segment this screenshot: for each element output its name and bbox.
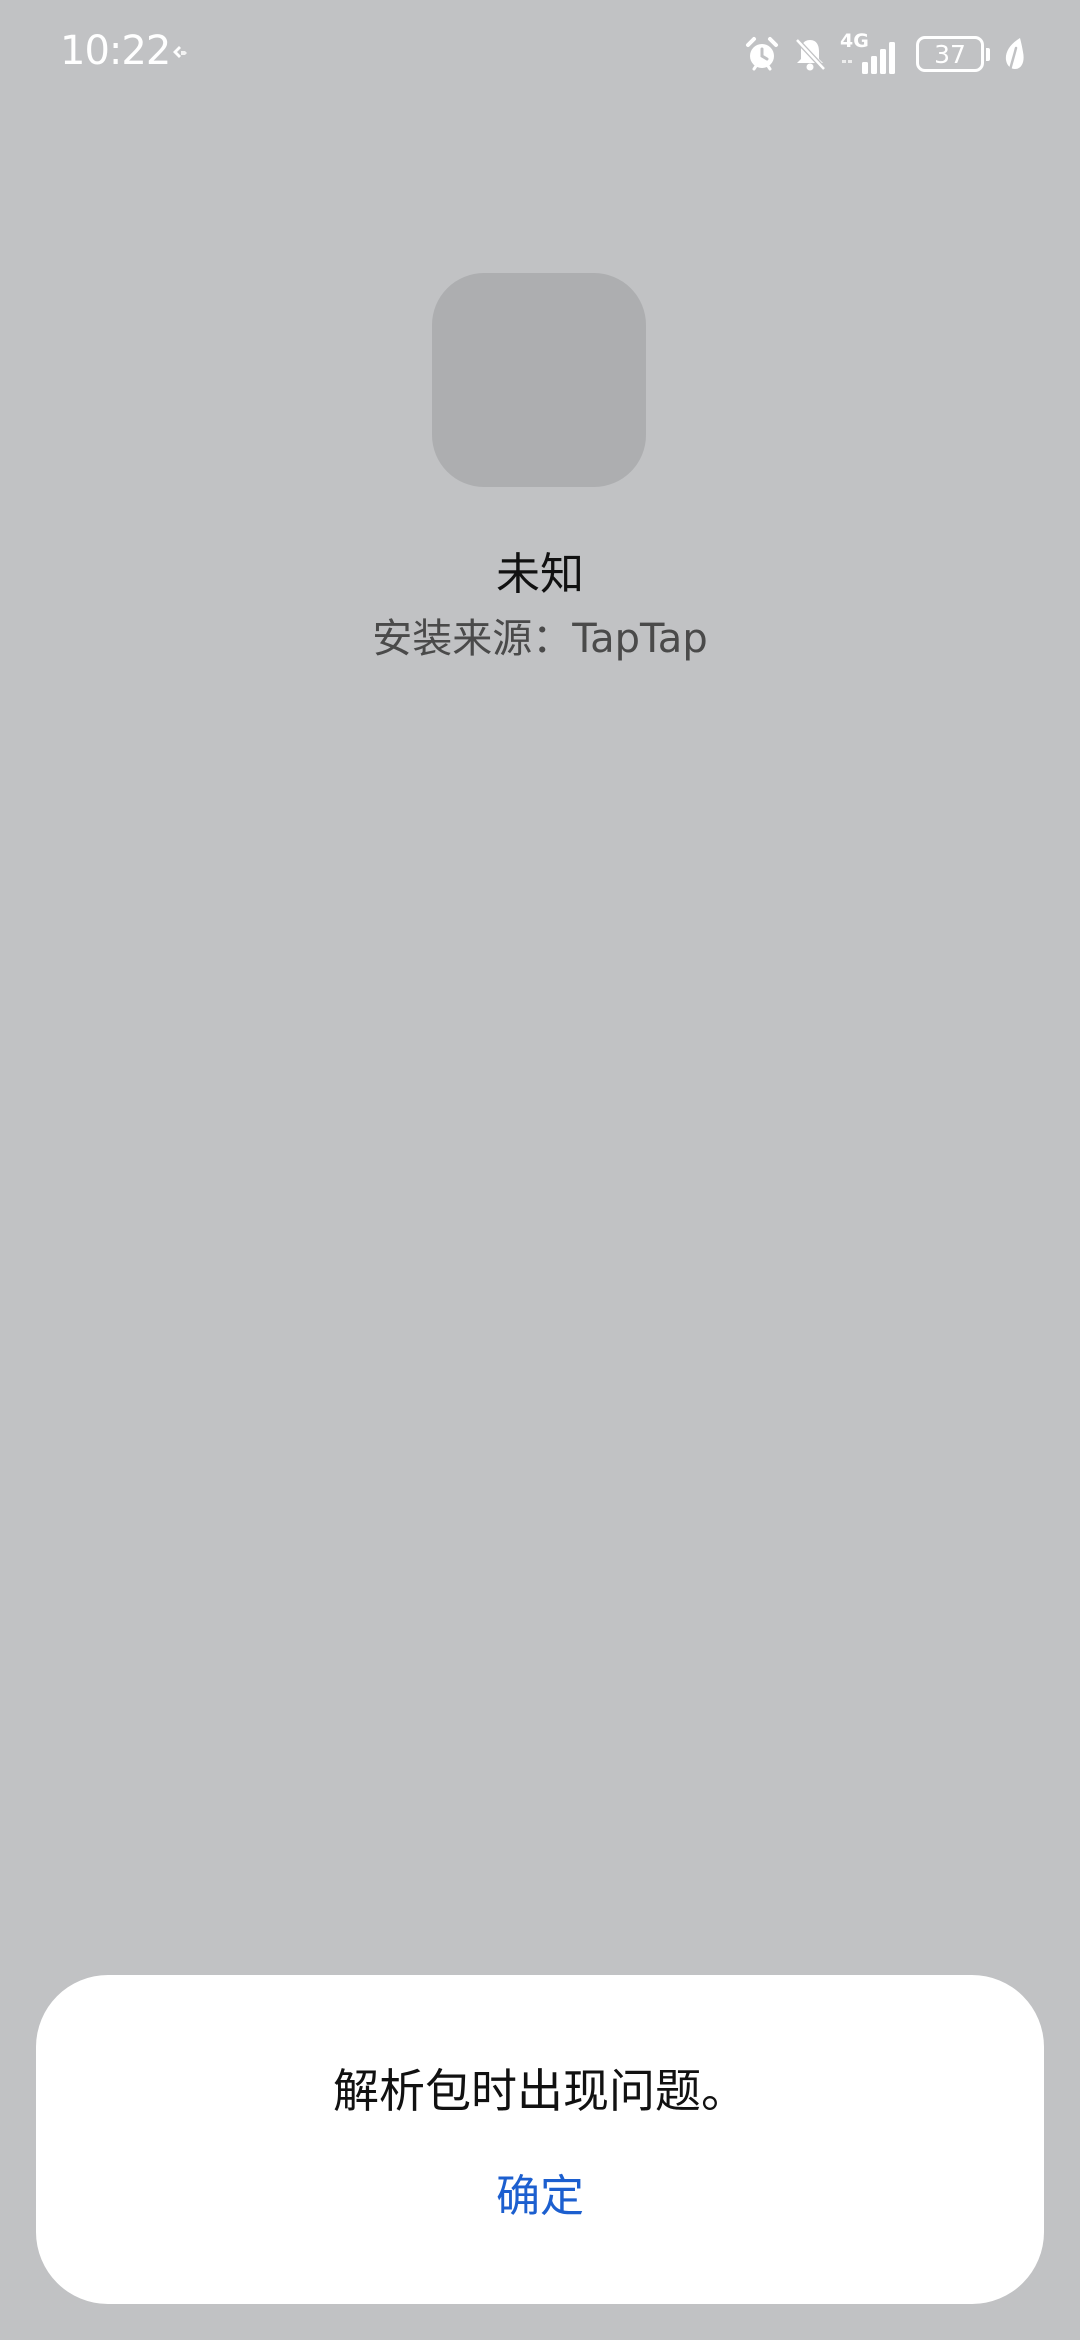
error-dialog: 解析包时出现问题。 确定 <box>36 1975 1044 2304</box>
confirm-button[interactable]: 确定 <box>440 2165 640 2229</box>
battery-level: 37 <box>934 39 966 69</box>
usb-debug-icon <box>173 46 187 58</box>
status-time: 10:22 <box>60 28 171 74</box>
leaf-icon <box>1005 38 1024 72</box>
dialog-message: 解析包时出现问题。 <box>333 2064 747 2118</box>
signal-icon <box>842 42 895 74</box>
battery-icon: 37 <box>916 36 990 72</box>
status-icons: 4G 37 <box>744 30 1028 78</box>
app-icon-placeholder <box>432 273 646 487</box>
install-source: 安装来源：TapTap <box>372 616 708 662</box>
alarm-icon <box>746 37 778 71</box>
app-name: 未知 <box>496 549 584 600</box>
network-indicator: 4G <box>840 30 904 76</box>
mute-icon <box>795 38 826 71</box>
status-bar: 10:22 4G 37 <box>0 0 1080 110</box>
